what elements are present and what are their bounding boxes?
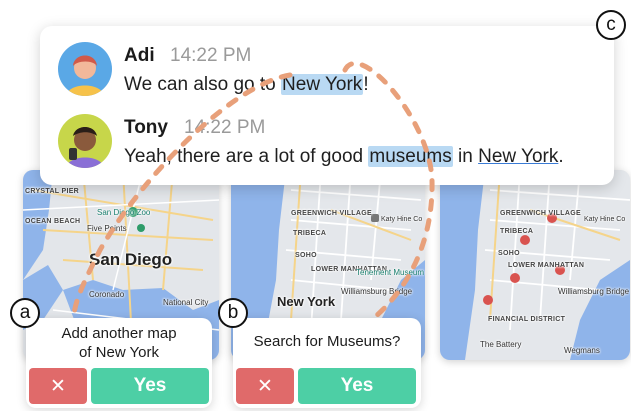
sender-name: Adi xyxy=(124,45,155,66)
map-label: The Battery xyxy=(480,340,522,349)
map-label: Williamsburg Bridge xyxy=(558,287,630,296)
badge-b: b xyxy=(218,298,248,328)
decline-button[interactable]: ✕ xyxy=(236,368,294,404)
map-label: CRYSTAL PIER xyxy=(25,188,80,195)
map-label: GREENWICH VILLAGE xyxy=(291,210,372,217)
map-label: National City xyxy=(163,298,209,307)
message-text: We can also go to New York! xyxy=(124,74,369,95)
chat-panel: Adi 14:22 PM We can also go to New York!… xyxy=(40,26,614,185)
entity-link[interactable]: New York xyxy=(478,146,558,167)
entity-highlight[interactable]: New York xyxy=(281,74,364,95)
map-label: TRIBECA xyxy=(500,228,534,235)
prompt-text-line1: Add another map xyxy=(61,325,177,342)
map-label: OCEAN BEACH xyxy=(25,218,81,225)
map-city-label: San Diego xyxy=(89,250,173,269)
map-label: Coronado xyxy=(89,290,125,299)
map-new-york-museums[interactable]: GREENWICH VILLAGE SOHO LOWER MANHATTAN T… xyxy=(440,170,630,360)
map-label: San Diego Zoo xyxy=(97,208,151,217)
prompt-text-line2: of New York xyxy=(78,344,160,361)
message-text: Yeah, there are a lot of good museums in… xyxy=(124,146,564,167)
map-label: SOHO xyxy=(498,250,520,257)
map-label: Katy Hine Co xyxy=(381,216,423,223)
map-label: FINANCIAL DISTRICT xyxy=(488,316,566,323)
entity-highlight[interactable]: museums xyxy=(368,146,453,167)
avatar-tony xyxy=(58,114,112,168)
prompt-text-line1: Search for Museums? xyxy=(253,333,401,350)
map-label: SOHO xyxy=(295,252,317,259)
accept-button[interactable]: Yes xyxy=(91,368,209,404)
map-label: LOWER MANHATTAN xyxy=(508,262,585,269)
map-label: Williamsburg Bridge xyxy=(341,287,413,296)
badge-a: a xyxy=(10,298,40,328)
message-time: 14:22 PM xyxy=(184,117,266,138)
map-label: Wegmans xyxy=(564,346,600,355)
prompt-add-map: Add another map of New York ✕ Yes xyxy=(26,318,212,408)
map-city-label: New York xyxy=(277,294,336,309)
decline-button[interactable]: ✕ xyxy=(29,368,87,404)
map-label: TRIBECA xyxy=(293,230,327,237)
map-label: GREENWICH VILLAGE xyxy=(500,210,581,217)
map-label: Five Points xyxy=(87,224,127,233)
message-time: 14:22 PM xyxy=(170,45,252,66)
badge-c: c xyxy=(596,10,626,40)
map-label: Tenement Museum xyxy=(356,268,425,277)
sender-name: Tony xyxy=(124,117,168,138)
accept-button[interactable]: Yes xyxy=(298,368,416,404)
avatar-adi xyxy=(58,42,112,96)
prompt-search-museums: Search for Museums? ✕ Yes xyxy=(233,318,421,408)
map-label: Katy Hine Co xyxy=(584,216,626,223)
